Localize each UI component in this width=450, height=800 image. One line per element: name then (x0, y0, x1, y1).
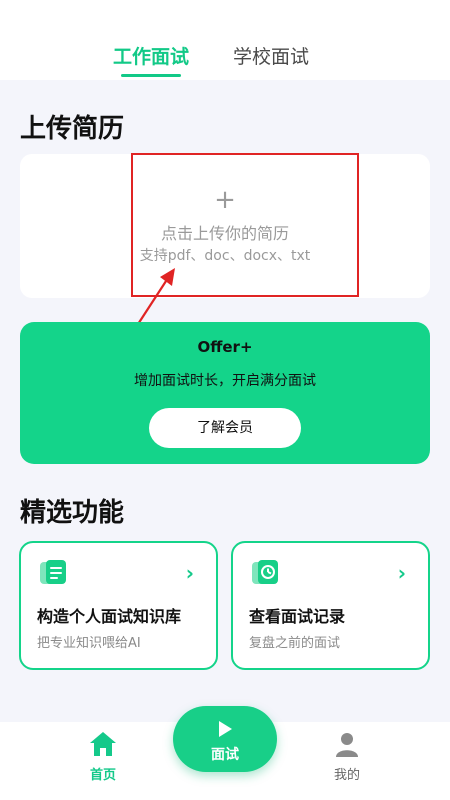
nav-mine-label: 我的 (333, 768, 360, 783)
home-icon (90, 732, 116, 756)
clock-icon (252, 560, 278, 584)
chevron-right-icon: › (185, 561, 194, 585)
tab-school-interview[interactable]: 学校面试 (233, 42, 309, 69)
start-interview-label: 面试 (211, 747, 239, 763)
chevron-right-icon: › (397, 561, 406, 585)
knowledge-base-title: 构造个人面试知识库 (37, 607, 182, 626)
annotation-highlight-box (131, 153, 359, 297)
user-icon (336, 733, 358, 757)
knowledge-base-description: 把专业知识喂给AI (37, 636, 141, 651)
features-section-title: 精选功能 (20, 498, 125, 528)
nav-home[interactable]: 首页 (78, 730, 128, 783)
play-icon (219, 721, 232, 737)
interview-records-card[interactable]: › 查看面试记录 复盘之前的面试 (231, 541, 430, 670)
offer-title: Offer+ (197, 338, 253, 356)
knowledge-base-card[interactable]: › 构造个人面试知识库 把专业知识喂给AI (19, 541, 218, 670)
learn-membership-button[interactable]: 了解会员 (149, 408, 301, 448)
upload-section-title: 上传简历 (20, 114, 125, 144)
active-tab-indicator (121, 74, 181, 77)
start-interview-button[interactable]: 面试 (173, 706, 277, 772)
tab-work-interview[interactable]: 工作面试 (113, 42, 189, 69)
top-tab-bar (0, 0, 450, 80)
nav-mine[interactable]: 我的 (322, 730, 372, 783)
offer-description: 增加面试时长，开启满分面试 (134, 373, 316, 389)
nav-home-label: 首页 (89, 768, 116, 783)
interview-records-title: 查看面试记录 (249, 607, 346, 626)
interview-records-description: 复盘之前的面试 (249, 636, 341, 651)
document-icon (40, 560, 66, 584)
